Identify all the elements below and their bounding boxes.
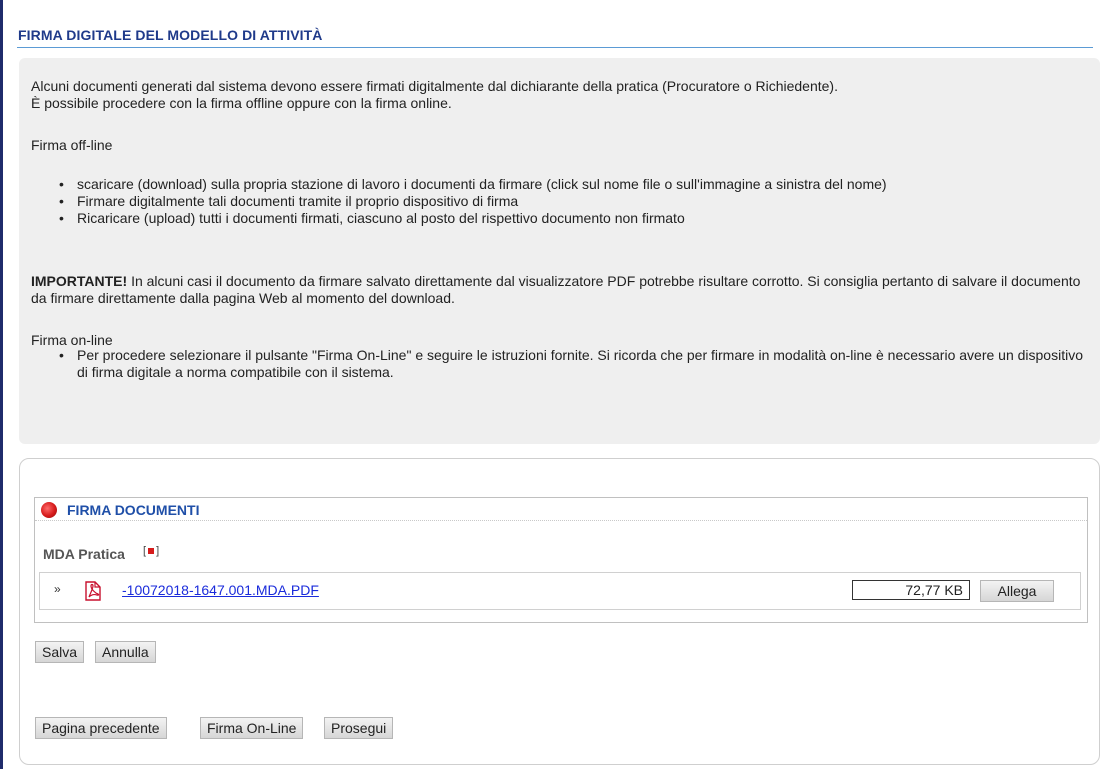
list-item: Per procedere selezionare il pulsante "F…	[59, 347, 1089, 381]
online-steps-list: Per procedere selezionare il pulsante "F…	[59, 347, 1089, 381]
intro-text: Alcuni documenti generati dal sistema de…	[31, 78, 1091, 112]
sign-panel: FIRMA DOCUMENTI MDA Pratica [] » -100720…	[19, 458, 1100, 765]
instructions-panel: Alcuni documenti generati dal sistema de…	[19, 58, 1100, 444]
important-label: IMPORTANTE!	[31, 273, 128, 289]
left-border	[0, 0, 3, 769]
intro-line-2: È possibile procedere con la firma offli…	[31, 95, 452, 111]
red-status-dot-icon	[41, 502, 57, 518]
attach-button[interactable]: Allega	[980, 580, 1054, 602]
chevron-down-icon[interactable]: »	[54, 582, 61, 596]
list-item: Ricaricare (upload) tutti i documenti fi…	[59, 210, 1089, 227]
mda-label: MDA Pratica	[43, 546, 125, 562]
continue-button[interactable]: Prosegui	[324, 717, 394, 739]
offline-title: Firma off-line	[31, 137, 113, 153]
offline-steps-list: scaricare (download) sulla propria stazi…	[59, 176, 1089, 227]
intro-line-1: Alcuni documenti generati dal sistema de…	[31, 78, 838, 94]
page-title: FIRMA DIGITALE DEL MODELLO DI ATTIVITÀ	[18, 27, 323, 43]
fieldset-title: FIRMA DOCUMENTI	[67, 502, 200, 518]
file-size-field: 72,77 KB	[852, 580, 970, 600]
sign-documents-fieldset: FIRMA DOCUMENTI MDA Pratica [] » -100720…	[34, 497, 1088, 623]
required-marker: []	[143, 545, 160, 557]
list-item: Firmare digitalmente tali documenti tram…	[59, 193, 1089, 210]
file-download-link[interactable]: -10072018-1647.001.MDA.PDF	[122, 582, 319, 598]
file-row: » -10072018-1647.001.MDA.PDF 72,77 KB Al…	[39, 572, 1081, 610]
cancel-button[interactable]: Annulla	[95, 641, 156, 663]
page-header: FIRMA DIGITALE DEL MODELLO DI ATTIVITÀ	[17, 27, 1093, 48]
save-button[interactable]: Salva	[35, 641, 85, 663]
important-text: In alcuni casi il documento da firmare s…	[31, 273, 1081, 306]
pdf-icon[interactable]	[82, 580, 104, 602]
important-note: IMPORTANTE! In alcuni casi il documento …	[31, 273, 1091, 307]
list-item: scaricare (download) sulla propria stazi…	[59, 176, 1089, 193]
previous-page-button[interactable]: Pagina precedente	[35, 717, 167, 739]
required-marker-icon	[148, 548, 155, 555]
fieldset-header: FIRMA DOCUMENTI	[35, 498, 1087, 521]
sign-online-button[interactable]: Firma On-Line	[200, 717, 304, 739]
